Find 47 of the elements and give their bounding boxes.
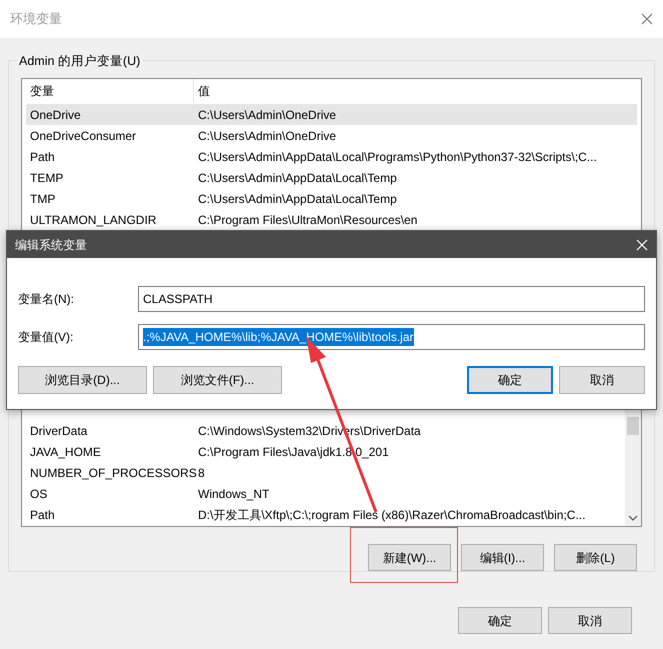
variable-name: TMP [29, 190, 56, 208]
cancel-button[interactable]: 取消 [559, 366, 645, 394]
variable-value: C:\Users\Admin\AppData\Local\Temp [197, 190, 397, 208]
column-header: 值 [197, 83, 210, 100]
variable-value: D:\开发工具\Xftp\;C:\;rogram Files (x86)\Razer\ChromaBroadcast\bin;C... [197, 506, 586, 524]
close-icon[interactable] [641, 13, 653, 25]
variable-name: TEMP [29, 170, 64, 186]
variable-value: C:\Users\Admin\AppData\Local\Temp [197, 170, 397, 186]
browse-file-button[interactable]: 浏览文件(F)... [153, 366, 282, 394]
variable-value: C:\Users\Admin\OneDrive [197, 106, 336, 124]
cancel-button[interactable]: 取消 [548, 607, 632, 634]
field-label: 变量值(V): [18, 329, 74, 346]
input-field[interactable]: .;%JAVA_HOME%\lib;%JAVA_HOME%\lib\tools.jar [138, 324, 645, 350]
list-row[interactable]: ULTRAMON_LANGDIR C:\Program Files\UltraMon\Resources\en [26, 209, 637, 230]
group-title: Admin 的用户变量(U) [17, 52, 142, 71]
list-row[interactable]: OneDrive C:\Users\Admin\OneDrive [26, 104, 637, 125]
ok-button[interactable]: 确定 [467, 366, 553, 394]
variable-name: OneDriveConsumer [29, 128, 138, 144]
delete-button[interactable]: 删除(L) [554, 544, 637, 571]
dialog-title: 编辑系统变量 [15, 236, 87, 254]
scroll-thumb[interactable] [627, 417, 639, 435]
list-row[interactable]: Path C:\Users\Admin\AppData\Local\Programs\Python\Python37-32\Scripts\;C... [26, 146, 637, 167]
variable-name: Path [29, 506, 56, 524]
input-field[interactable]: CLASSPATH [138, 286, 645, 312]
variable-name: OneDrive [29, 106, 82, 124]
variable-name: ULTRAMON_LANGDIR [29, 212, 158, 228]
new-button[interactable]: 新建(W)... [368, 544, 451, 571]
list-row[interactable]: OneDriveConsumer C:\Users\Admin\OneDrive [26, 125, 637, 146]
variable-value: Windows_NT [197, 486, 270, 502]
column-header: 变量 [26, 79, 194, 103]
edit-button[interactable]: 编辑(I)... [461, 544, 544, 571]
field-label: 变量名(N): [18, 291, 75, 308]
variable-value: C:\Users\Admin\OneDrive [197, 128, 336, 144]
variable-name: NUMBER_OF_PROCESSORS [29, 464, 194, 482]
variable-name: Path [29, 148, 56, 166]
variable-name: DriverData [29, 422, 88, 440]
list-row[interactable]: TEMP C:\Users\Admin\AppData\Local\Temp [26, 167, 637, 188]
browse-directory-button[interactable]: 浏览目录(D)... [18, 366, 147, 394]
list-row[interactable]: TMP C:\Users\Admin\AppData\Local\Temp [26, 188, 637, 209]
variable-value: C:\Program Files\UltraMon\Resources\en [197, 212, 418, 228]
window-title: 环境变量 [10, 10, 62, 28]
variable-name: JAVA_HOME [29, 444, 102, 460]
variable-value: 8 [197, 464, 205, 482]
variable-name: OS [29, 486, 48, 502]
ok-button[interactable]: 确定 [458, 607, 542, 634]
variable-value: C:\Users\Admin\AppData\Local\Programs\Python\Python37-32\Scripts\;C... [197, 148, 597, 166]
scroll-down-icon[interactable] [628, 515, 638, 521]
